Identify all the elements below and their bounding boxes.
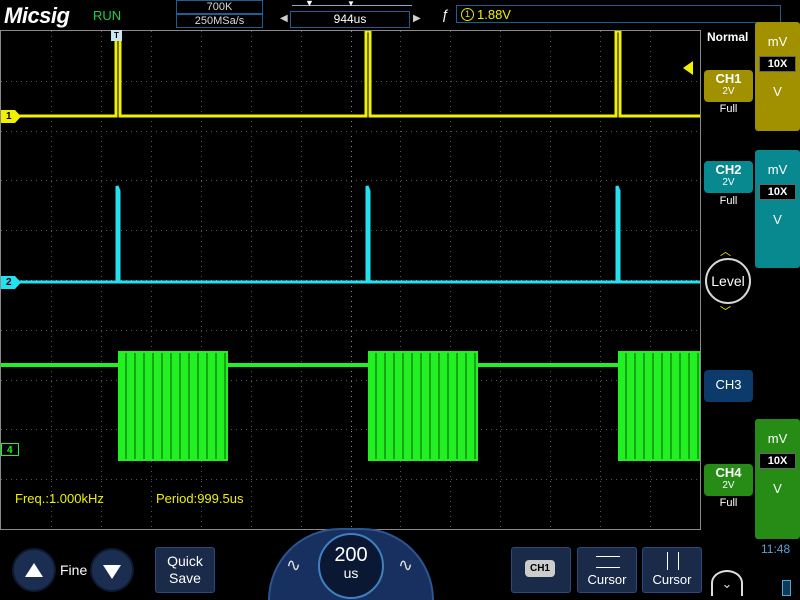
pan-left-icon[interactable]: ◀ (280, 13, 288, 24)
ch2-bandwidth: Full (719, 195, 738, 207)
ch1-button[interactable]: CH1 2V (704, 70, 753, 102)
ch4-bandwidth: Full (719, 497, 738, 509)
fine-up-button[interactable] (12, 548, 56, 592)
channel-select-button[interactable]: CH1 (511, 547, 571, 593)
trigger-mode[interactable]: Normal (707, 30, 748, 44)
usb-icon (782, 580, 791, 596)
ch1-scale: 2V (722, 86, 735, 97)
ch2-waveform (1, 185, 700, 284)
ch2-unit-mv[interactable]: mV (755, 150, 800, 177)
pan-right-icon[interactable]: ▶ (413, 13, 421, 24)
trigger-point-icon: ▼ (305, 0, 314, 8)
level-up-chevron-icon[interactable]: ︿ (720, 243, 731, 259)
ch4-name: CH4 (715, 465, 742, 480)
ch1-probe-panel[interactable]: mV 10X V (755, 22, 800, 131)
ch4-button[interactable]: CH4 2V (704, 464, 753, 496)
ch2-name: CH2 (715, 162, 742, 177)
horizontal-cursor-button[interactable]: Cursor (577, 547, 637, 593)
vertical-cursor-label: Cursor (652, 572, 692, 587)
up-arrow-icon (25, 563, 43, 577)
level-knob[interactable]: Level (705, 258, 751, 304)
trigger-position-marker[interactable]: T (111, 30, 122, 41)
ch2-button[interactable]: CH2 2V (704, 161, 753, 193)
timebase-scale[interactable]: 200 us (318, 533, 384, 599)
ch4-probe-ratio[interactable]: 10X (759, 453, 796, 469)
ch4-burst (618, 351, 700, 461)
ch1-probe-ratio[interactable]: 10X (759, 56, 796, 72)
vertical-cursor-button[interactable]: Cursor (642, 547, 702, 593)
waveform-display[interactable]: T 1 2 4 Freq.:1.000kHz Period:999.5us (0, 30, 701, 530)
ch1-unit-v[interactable]: V (755, 72, 800, 99)
ch2-scale: 2V (722, 177, 735, 188)
ch1-waveform (1, 31, 700, 118)
memory-depth[interactable]: 700K (176, 0, 263, 14)
ch4-scale: 2V (722, 480, 735, 491)
trigger-settings[interactable]: 1 1.88V (456, 5, 781, 23)
wave-expand-icon[interactable]: ∿ (398, 555, 413, 576)
graticule (1, 31, 700, 529)
down-arrow-icon (103, 565, 121, 579)
ch2-unit-v[interactable]: V (755, 200, 800, 227)
ch3-name: CH3 (715, 377, 742, 392)
ch4-unit-mv[interactable]: mV (755, 419, 800, 446)
sample-rate[interactable]: 250MSa/s (176, 14, 263, 28)
ch2-probe-panel[interactable]: mV 10X V (755, 150, 800, 268)
vertical-cursor-icon (643, 552, 701, 572)
period-measurement: Period:999.5us (156, 491, 244, 506)
center-marker-icon: ▼ (347, 0, 355, 8)
quick-save-button[interactable]: Quick Save (155, 547, 215, 593)
ch1-bandwidth: Full (719, 103, 738, 115)
trigger-source-icon: 1 (461, 8, 474, 21)
menu-chevron-icon[interactable]: ⌄ (711, 570, 743, 596)
timebase-unit: us (343, 565, 359, 581)
trigger-level-value: 1.88V (477, 7, 511, 22)
ch4-unit-v[interactable]: V (755, 469, 800, 496)
run-status[interactable]: RUN (93, 8, 121, 23)
ch4-offset-marker[interactable]: 4 (1, 443, 19, 456)
quick-save-line2: Save (169, 570, 201, 586)
top-status-bar: Micsig RUN 700K 250MSa/s ▼ ▼ ◀ 944us ▶ ƒ… (0, 0, 800, 30)
trigger-position-value[interactable]: 944us (290, 11, 410, 28)
horizontal-cursor-label: Cursor (587, 572, 627, 587)
ch3-button[interactable]: CH3 (704, 370, 753, 402)
timebase-value: 200 (334, 544, 368, 566)
wave-compress-icon[interactable]: ∿ (286, 555, 301, 576)
frequency-measurement: Freq.:1.000kHz (15, 491, 104, 506)
horizontal-cursor-icon (578, 552, 636, 572)
ch2-probe-ratio[interactable]: 10X (759, 184, 796, 200)
rising-edge-icon[interactable]: ƒ (441, 6, 449, 22)
ch1-name: CH1 (715, 71, 742, 86)
fine-down-button[interactable] (90, 548, 134, 592)
quick-save-line1: Quick (167, 553, 203, 569)
ch1-unit-mv[interactable]: mV (755, 22, 800, 49)
channel-select-label: CH1 (525, 560, 560, 582)
clock: 11:48 (761, 542, 791, 556)
level-down-chevron-icon[interactable]: ﹀ (720, 303, 731, 319)
trigger-level-arrow-icon[interactable] (683, 61, 693, 75)
fine-label: Fine (60, 562, 88, 578)
ch4-probe-panel[interactable]: mV 10X V (755, 419, 800, 539)
brand-logo: Micsig (4, 3, 70, 28)
